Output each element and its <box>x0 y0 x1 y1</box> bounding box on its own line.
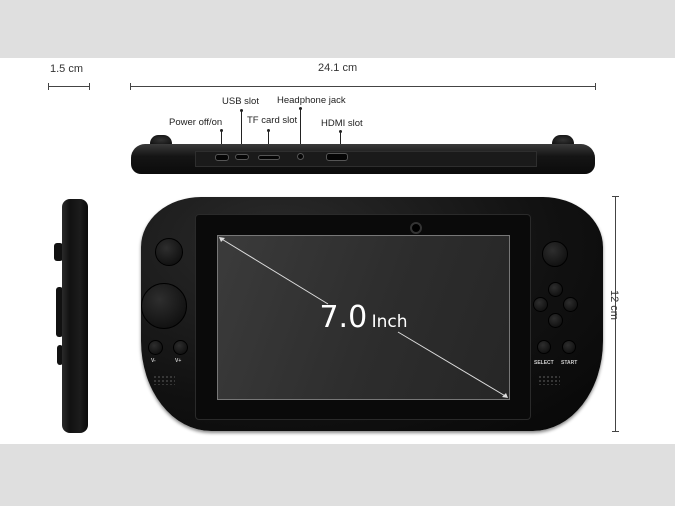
screen-size-value: 7.0 <box>319 300 368 335</box>
volume-down-label: V- <box>151 358 156 364</box>
action-button-left <box>533 297 548 312</box>
tf-card-slot <box>258 155 280 160</box>
screen-bezel: 7.0 Inch <box>195 214 531 420</box>
device-front-view: V- V+ 7.0 Inch SELECT START <box>141 197 603 431</box>
start-label: START <box>561 360 578 366</box>
volume-up-button <box>173 340 188 355</box>
thickness-label: 1.5 cm <box>50 63 84 75</box>
hdmi-label: HDMI slot <box>321 118 363 129</box>
volume-down-button <box>148 340 163 355</box>
height-label: 12 cm <box>608 290 620 320</box>
power-pointer <box>220 129 223 144</box>
dpad <box>141 283 187 329</box>
action-button-right <box>563 297 578 312</box>
tf-card-label: TF card slot <box>247 115 298 126</box>
left-analog-stick <box>155 238 183 266</box>
hdmi-pointer <box>339 130 342 144</box>
tf-card-pointer <box>267 129 270 144</box>
usb-port <box>235 154 249 160</box>
volume-up-label: V+ <box>175 358 182 364</box>
headphone-label: Headphone jack <box>277 95 346 106</box>
usb-label: USB slot <box>222 96 259 107</box>
right-analog-stick <box>542 241 568 267</box>
usb-pointer <box>240 109 243 144</box>
action-button-top <box>548 282 563 297</box>
width-label: 24.1 cm <box>318 62 358 74</box>
start-button <box>562 340 576 354</box>
device-top-view <box>131 144 595 174</box>
headphone-pointer <box>299 107 302 144</box>
display-screen: 7.0 Inch <box>217 235 510 400</box>
screen-size-unit: Inch <box>371 312 408 332</box>
hdmi-port <box>326 153 348 161</box>
front-camera <box>410 222 422 234</box>
headphone-jack <box>297 153 304 160</box>
left-speaker-grill <box>153 375 175 385</box>
select-label: SELECT <box>534 360 554 366</box>
select-button <box>537 340 551 354</box>
power-switch <box>215 154 229 161</box>
screen-size-label: 7.0 Inch <box>218 300 509 335</box>
width-dimension-line <box>130 83 596 90</box>
thickness-dimension-line <box>48 83 90 90</box>
power-label: Power off/on <box>169 117 223 128</box>
device-side-view <box>62 199 88 433</box>
action-button-bottom <box>548 313 563 328</box>
right-speaker-grill <box>538 375 560 385</box>
